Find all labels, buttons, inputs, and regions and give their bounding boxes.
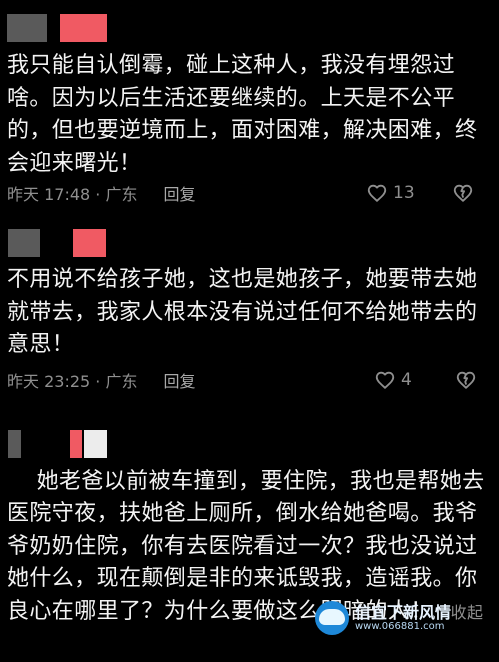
reply-button[interactable]: 回复 bbox=[163, 368, 195, 392]
comment-text: 我只能自认倒霉，碰上这种人，我没有埋怨过啥。因为以后生活还要继续的。上天是不公平… bbox=[7, 53, 478, 176]
watermark-text: 信宜下新风情 www.066881.com bbox=[355, 604, 451, 633]
username-blurred bbox=[0, 14, 140, 42]
like-control[interactable]: 13 bbox=[366, 181, 415, 205]
username-blur bbox=[73, 229, 106, 257]
like-count: 4 bbox=[401, 370, 412, 390]
avatar-blur bbox=[7, 14, 47, 42]
like-count: 13 bbox=[393, 183, 415, 203]
timestamp-location: 昨天 17:48 · 广东 bbox=[7, 185, 138, 204]
reply-button[interactable]: 回复 bbox=[163, 181, 195, 205]
watermark-title: 信宜下新风情 bbox=[355, 602, 452, 622]
comment-2: 不用说不给孩子她，这也是她孩子，她要带去她就带去，我家人根本没有说过任何不给她带… bbox=[0, 210, 499, 420]
site-watermark: 信宜下新风情 www.066881.com bbox=[315, 601, 485, 635]
username-blur bbox=[60, 14, 107, 42]
username-blurred bbox=[0, 229, 140, 257]
comment-text: 不用说不给孩子她，这也是她孩子，她要带去她就带去，我家人根本没有说过任何不给她带… bbox=[7, 267, 478, 357]
comment-meta: 昨天 17:48 · 广东 回复 bbox=[7, 181, 195, 205]
comment-1: 我只能自认倒霉，碰上这种人，我没有埋怨过啥。因为以后生活还要继续的。上天是不公平… bbox=[0, 0, 499, 210]
avatar-blur bbox=[8, 229, 40, 257]
heart-outline-icon bbox=[367, 184, 387, 203]
heart-outline-icon bbox=[375, 371, 395, 390]
like-control[interactable]: 4 bbox=[374, 368, 412, 392]
watermark-logo-icon bbox=[315, 601, 349, 635]
watermark-url: www.066881.com bbox=[355, 620, 445, 632]
timestamp-location: 昨天 23:25 · 广东 bbox=[7, 372, 138, 391]
broken-heart-outline-icon[interactable] bbox=[452, 182, 474, 204]
broken-heart-outline-icon[interactable] bbox=[455, 369, 477, 391]
comment-meta: 昨天 23:25 · 广东 回复 bbox=[7, 368, 195, 392]
